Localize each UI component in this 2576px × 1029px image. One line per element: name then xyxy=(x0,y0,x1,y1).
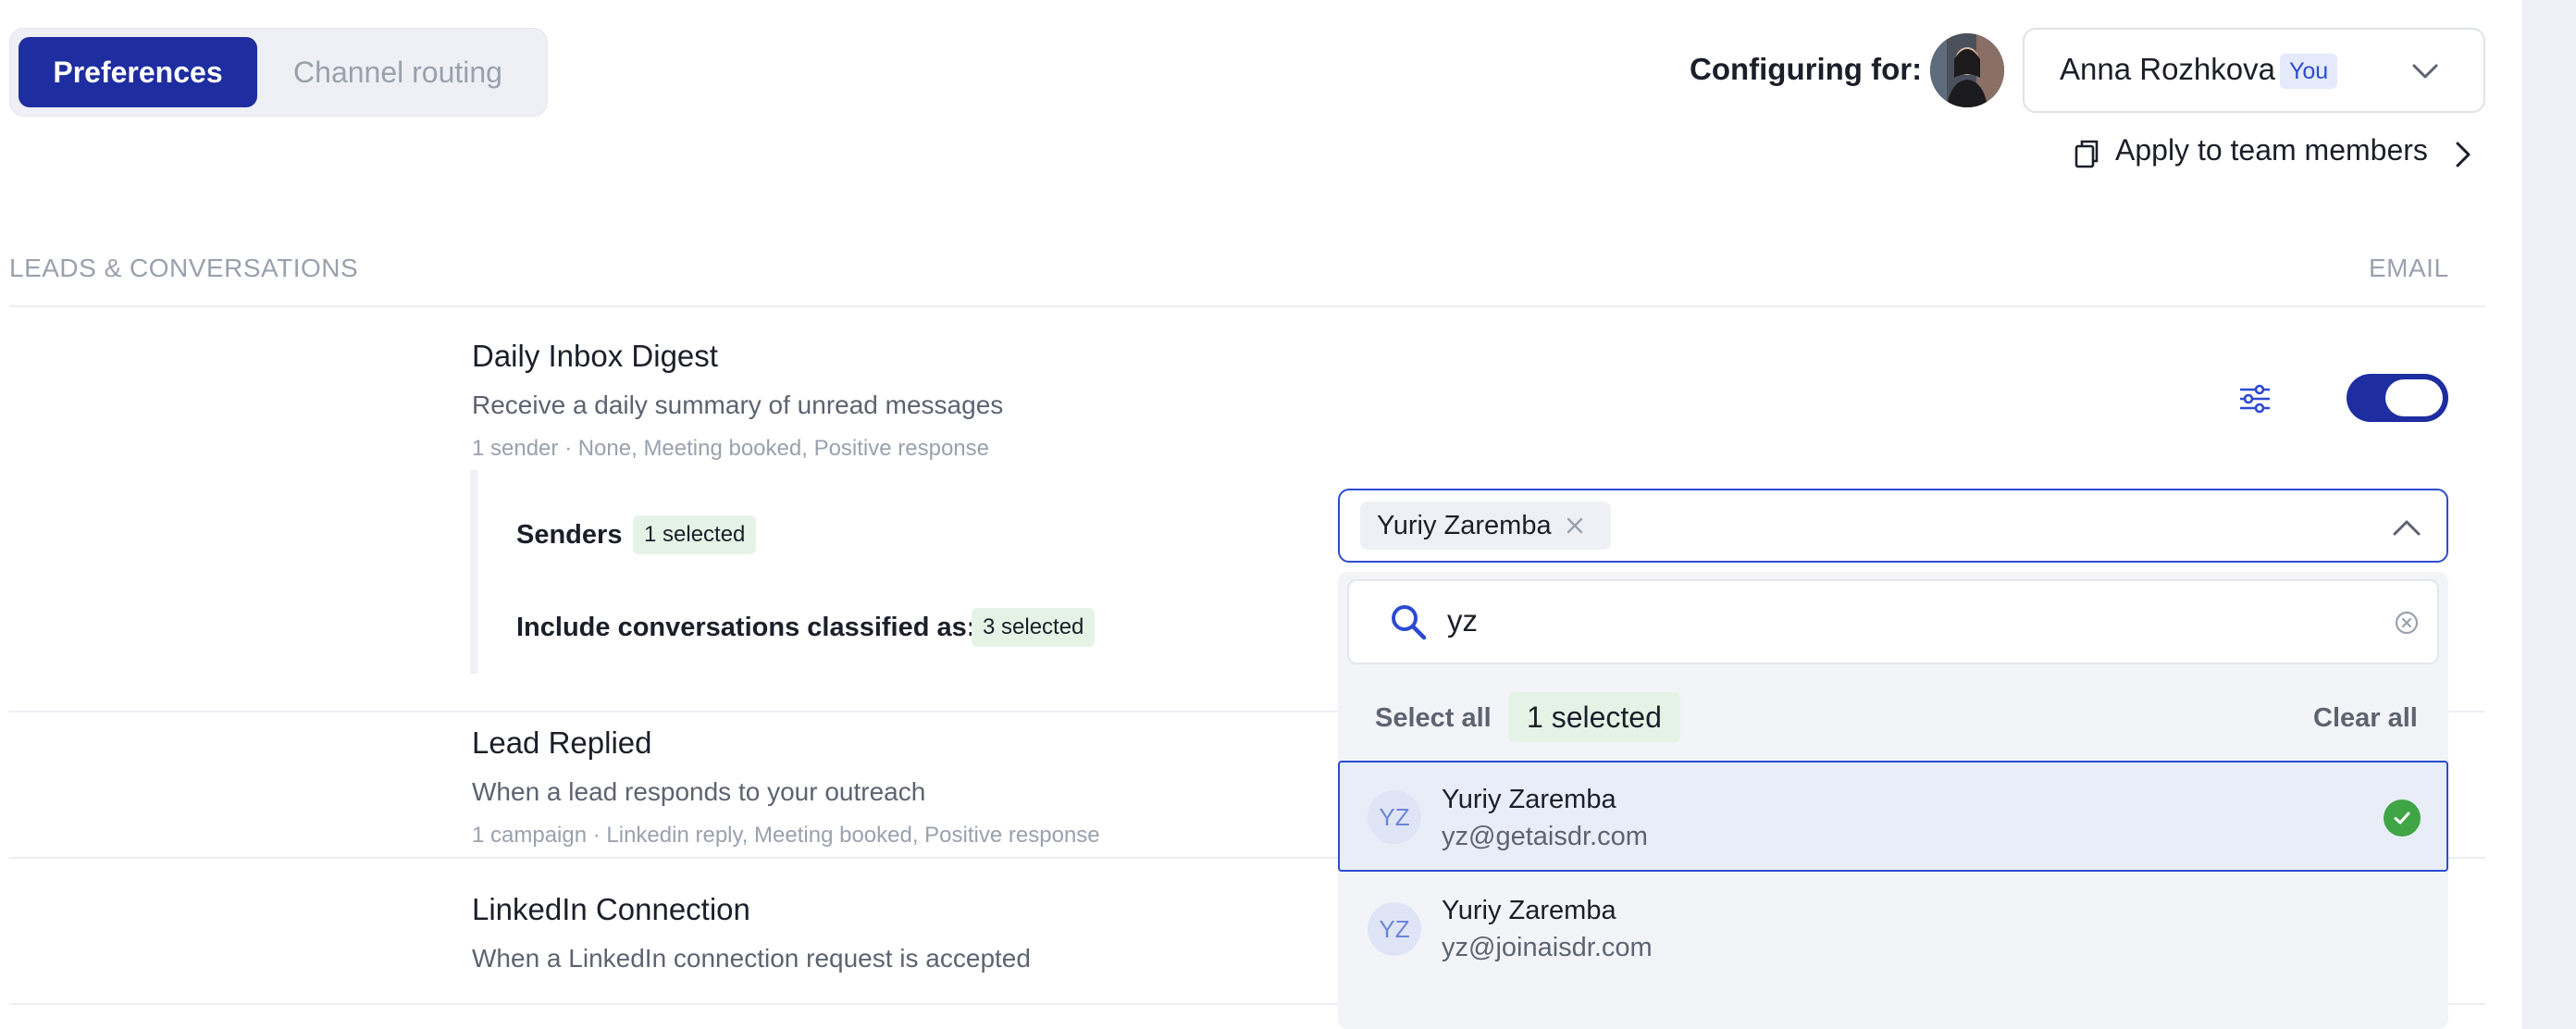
column-label-email: EMAIL xyxy=(2369,254,2449,282)
you-badge: You xyxy=(2280,54,2338,89)
option-name: Yuriy Zaremba xyxy=(1442,785,1616,814)
chevron-down-icon[interactable] xyxy=(2409,56,2441,92)
tab-preferences[interactable]: Preferences xyxy=(19,37,257,107)
select-all-button[interactable]: Select all xyxy=(1375,703,1492,734)
row-meta: 1 campaign · Linkedin reply, Meeting boo… xyxy=(472,823,1100,848)
tab-channel-routing[interactable]: Channel routing xyxy=(268,37,527,107)
row-description: When a LinkedIn connection request is ac… xyxy=(472,944,1031,973)
search-icon xyxy=(1388,601,1429,647)
option-avatar: YZ xyxy=(1368,790,1421,844)
option-name: Yuriy Zaremba xyxy=(1442,896,1616,925)
scrollbar-track[interactable] xyxy=(2522,0,2576,1029)
option-email: yz@joinaisdr.com xyxy=(1442,933,1653,962)
toggle-knob xyxy=(2385,379,2443,416)
option-item[interactable] xyxy=(1338,874,2448,985)
apply-label: Apply to team members xyxy=(2115,133,2428,167)
configuring-label: Configuring for: xyxy=(1690,52,1923,86)
search-value: yz xyxy=(1447,603,1478,638)
search-input[interactable] xyxy=(1347,579,2439,664)
clear-circle-icon[interactable] xyxy=(2395,611,2419,639)
apply-to-team-button[interactable]: Apply to team members xyxy=(2069,133,2428,167)
row-meta: 1 sender · None, Meeting booked, Positiv… xyxy=(472,436,989,461)
option-avatar: YZ xyxy=(1368,902,1421,956)
row-title: LinkedIn Connection xyxy=(472,892,750,926)
chevron-right-icon[interactable] xyxy=(2452,139,2474,175)
chevron-up-icon[interactable] xyxy=(2391,516,2422,543)
row-title: Lead Replied xyxy=(472,725,652,760)
selected-count-badge: 1 selected xyxy=(1508,692,1680,742)
row-description: When a lead responds to your outreach xyxy=(472,777,926,806)
classified-count-badge: 3 selected xyxy=(972,608,1096,647)
option-item[interactable] xyxy=(1338,761,2448,872)
option-email: yz@getaisdr.com xyxy=(1442,822,1648,851)
classified-label: Include conversations classified as: xyxy=(516,613,976,642)
senders-label: Senders xyxy=(516,520,623,550)
sliders-icon[interactable] xyxy=(2237,383,2273,419)
clear-all-button[interactable]: Clear all xyxy=(2313,703,2418,734)
user-name: Anna Rozhkova xyxy=(2060,52,2275,86)
avatar xyxy=(1930,33,2004,107)
check-circle-icon xyxy=(2384,800,2421,837)
settings-panel-bar xyxy=(470,470,477,674)
senders-count-badge: 1 selected xyxy=(633,515,757,554)
row-title: Daily Inbox Digest xyxy=(472,339,718,373)
close-icon[interactable] xyxy=(1564,514,1586,541)
divider xyxy=(9,305,2485,307)
section-label: LEADS & CONVERSATIONS xyxy=(9,254,359,282)
row-description: Receive a daily summary of unread messag… xyxy=(472,391,1004,419)
